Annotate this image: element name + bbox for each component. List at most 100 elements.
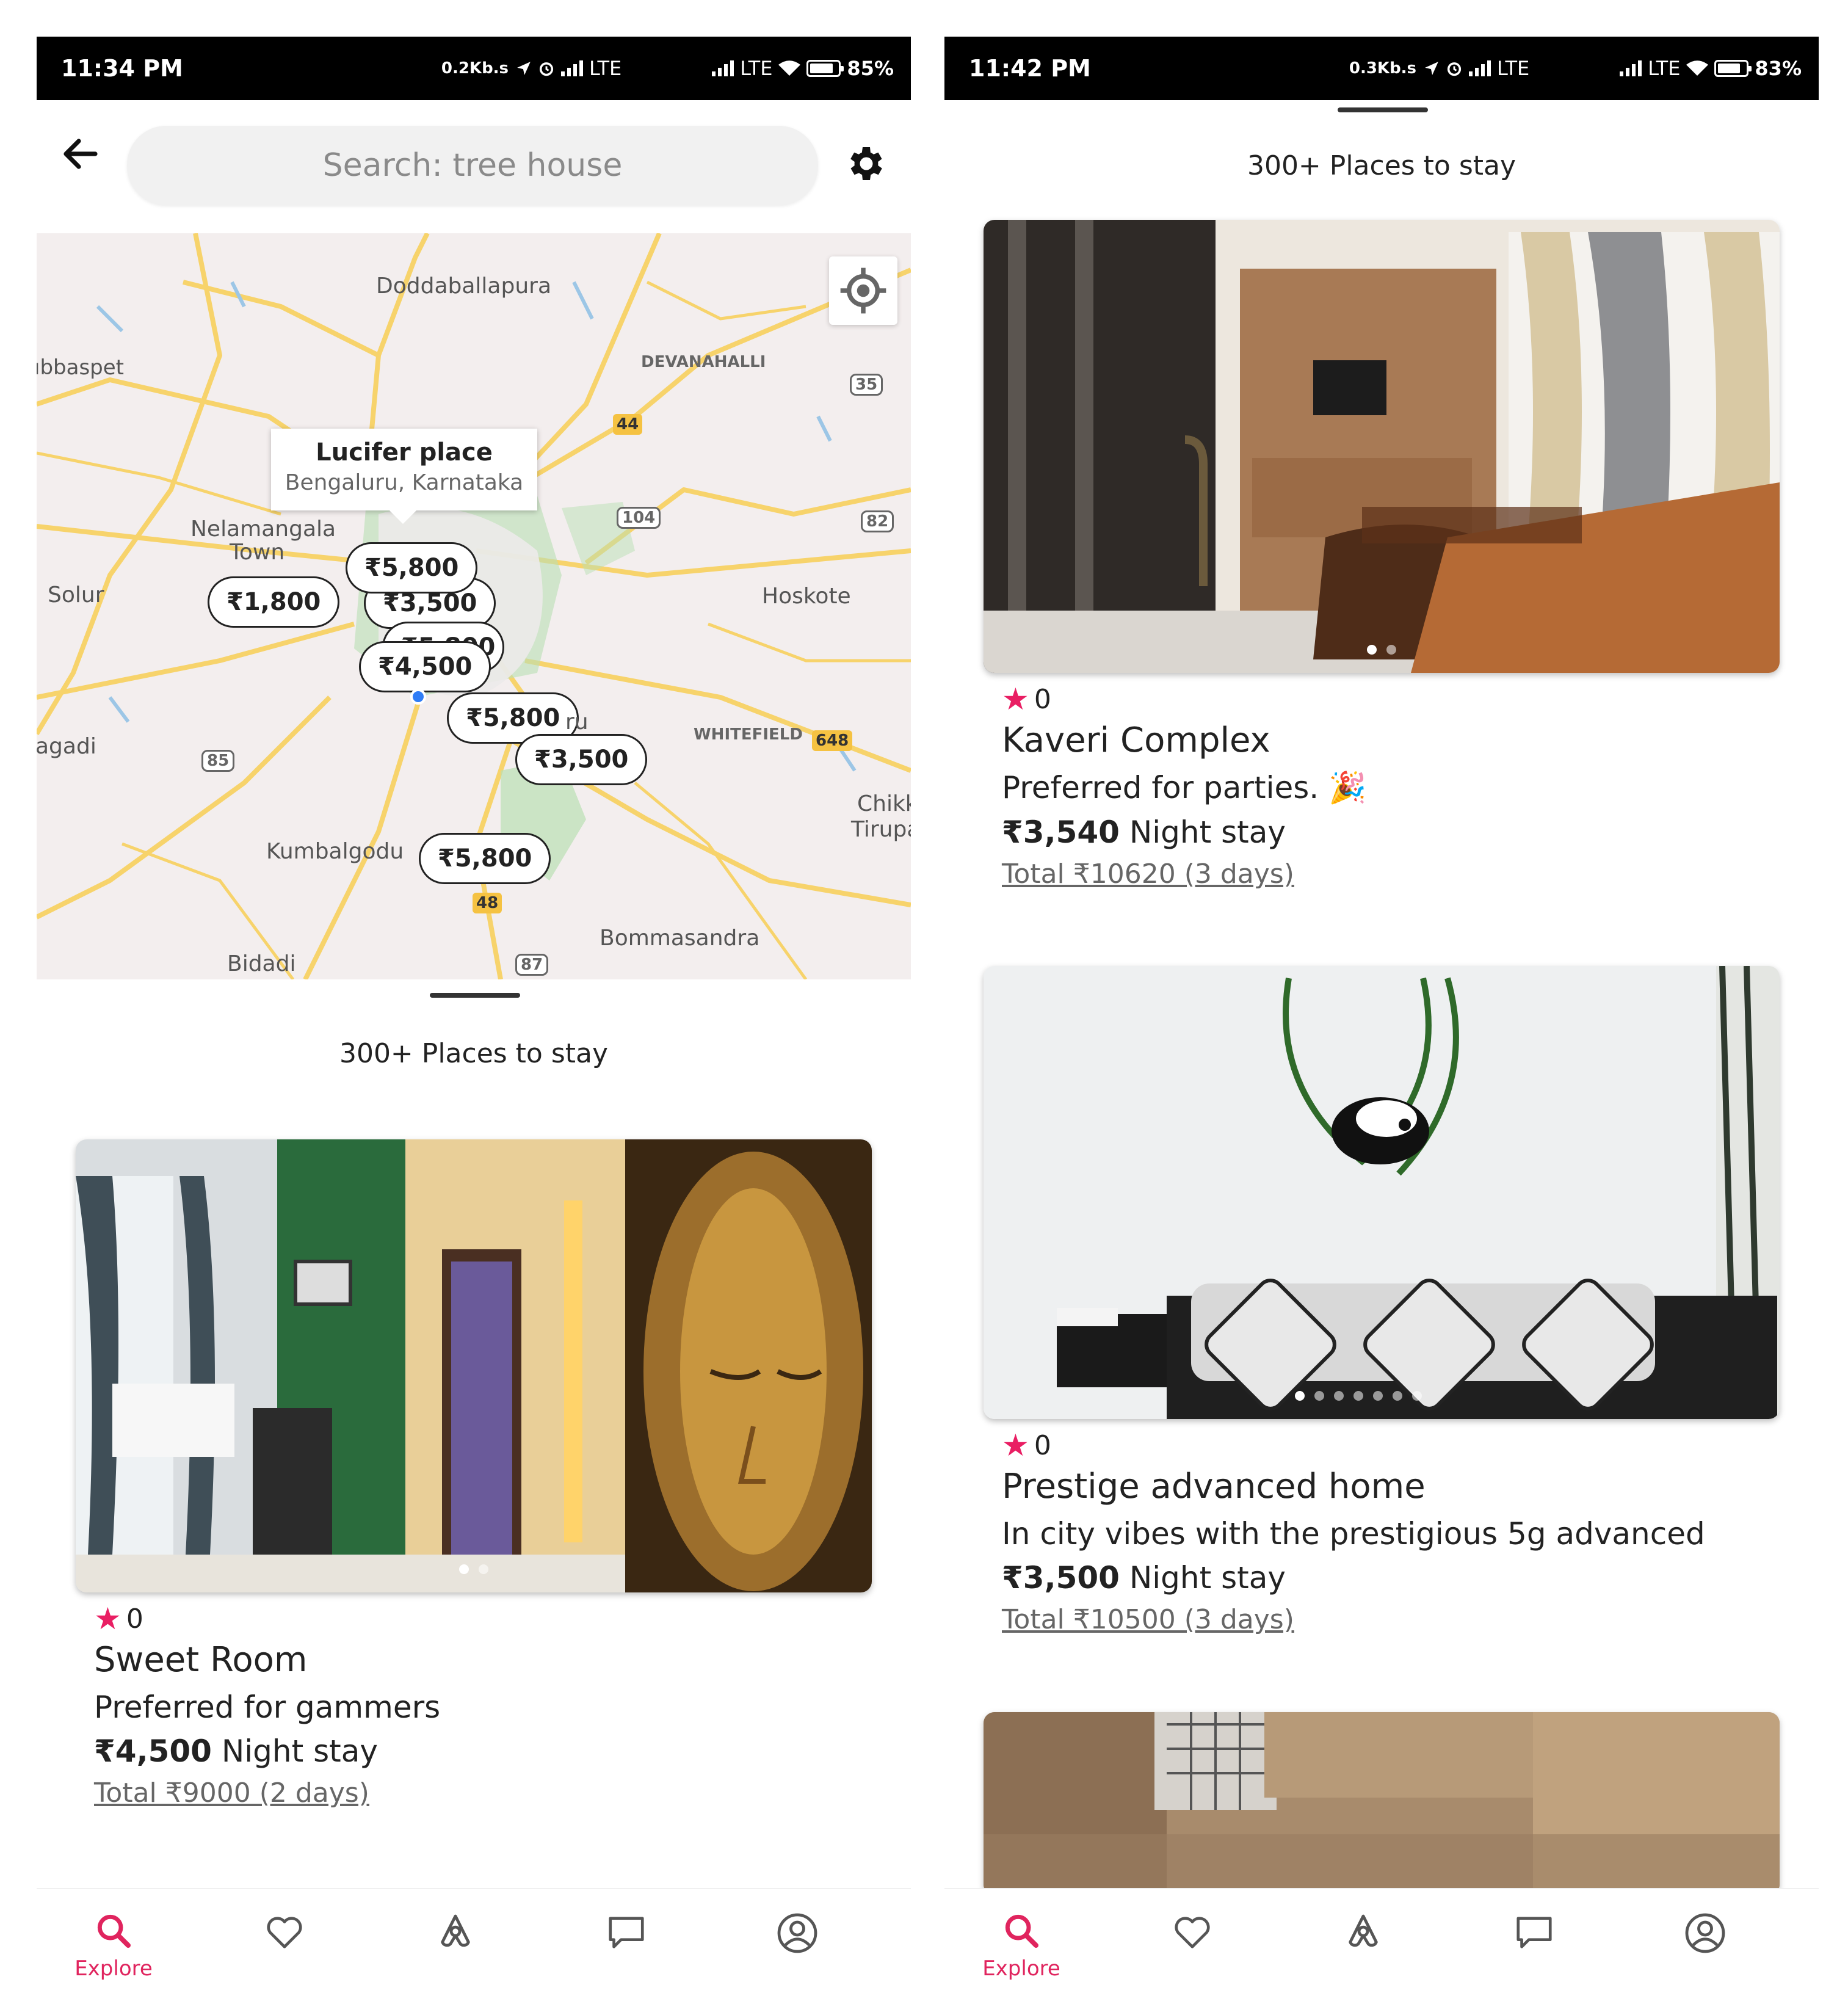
listing-card[interactable]: ★ 0 Prestige advanced home In city vibes …: [984, 966, 1780, 1635]
airbnb-logo-icon: [441, 1914, 470, 1947]
rating: ★ 0: [1002, 1428, 1780, 1463]
listing-card[interactable]: [984, 1712, 1780, 1895]
road-badge: 104: [617, 507, 661, 529]
bottom-nav: Explore: [37, 1888, 911, 1991]
search-input[interactable]: [127, 126, 818, 205]
nav-explore-label: Explore: [982, 1956, 1060, 1981]
listing-description: In city vibes with the prestigious 5g ad…: [1002, 1516, 1705, 1552]
heart-icon: [267, 1917, 302, 1948]
current-location-dot: [410, 689, 426, 705]
price-suffix: Night stay: [211, 1733, 378, 1769]
profile-icon: [777, 1913, 817, 1953]
map-label-devanahalli: DEVANAHALLI: [641, 353, 766, 371]
photo-pager[interactable]: [984, 1391, 1780, 1401]
nav-explore-label: Explore: [74, 1956, 153, 1981]
map-label-doddaballapura: Doddaballapura: [376, 274, 552, 299]
signal-icon: [561, 60, 584, 76]
listing-total-link[interactable]: Total ₹9000 (2 days): [94, 1777, 872, 1809]
price-value: ₹3,500: [1002, 1560, 1120, 1595]
nav-inbox[interactable]: [1485, 1911, 1583, 1991]
nav-explore[interactable]: Explore: [973, 1911, 1070, 1991]
battery-icon: [1714, 60, 1752, 77]
listing-card[interactable]: ★ 0 Kaveri Complex Preferred for parties.…: [984, 220, 1780, 890]
battery-percent: 85%: [847, 57, 894, 80]
road-badge: 35: [850, 374, 883, 396]
listing-title: Prestige advanced home: [1002, 1467, 1426, 1506]
star-icon: ★: [1002, 1428, 1029, 1463]
alarm-icon: [1447, 62, 1462, 76]
map-label-bommasandra: Bommasandra: [600, 926, 760, 951]
star-icon: ★: [94, 1601, 121, 1636]
listing-photo[interactable]: [984, 1712, 1780, 1895]
status-icons: LTE LTE 85%: [516, 57, 894, 80]
map-view[interactable]: Doddaballapura DEVANAHALLI ıbbaspet Nela…: [37, 233, 911, 979]
road-badge: 44: [613, 414, 643, 435]
search-icon: [97, 1914, 131, 1948]
back-arrow-icon[interactable]: [59, 132, 103, 176]
listing-image: [984, 1712, 1780, 1895]
crosshair-icon: [840, 267, 886, 314]
left-screen: 11:34 PM 0.2Kb.s LTE LTE 85% Search: tre…: [37, 37, 911, 1991]
nav-inbox[interactable]: [578, 1911, 675, 1991]
listing-card[interactable]: ★ 0 Sweet Room Preferred for gammers ₹4,5…: [76, 1139, 872, 1809]
location-arrow-icon: [517, 62, 531, 75]
price-pin[interactable]: ₹3,500: [515, 734, 648, 785]
sheet-drag-handle[interactable]: [430, 993, 520, 998]
sheet-drag-handle[interactable]: [1338, 107, 1428, 112]
map-label-town: Town: [230, 540, 285, 565]
price-value: ₹3,540: [1002, 815, 1120, 850]
map-info-window[interactable]: Lucifer place Bengaluru, Karnataka: [271, 429, 537, 524]
heart-icon: [1175, 1917, 1210, 1948]
profile-icon: [1685, 1913, 1725, 1953]
listing-photo[interactable]: [984, 220, 1780, 673]
rating: ★ 0: [94, 1601, 872, 1636]
listing-photo[interactable]: [984, 966, 1780, 1419]
listing-title: Sweet Room: [94, 1640, 308, 1680]
price-pin[interactable]: ₹5,800: [346, 542, 478, 594]
map-label-ru: ru: [565, 710, 589, 735]
price-pin[interactable]: ₹5,800: [419, 833, 551, 884]
status-bar: 11:34 PM 0.2Kb.s LTE LTE 85%: [37, 37, 911, 100]
rating-value: 0: [126, 1603, 143, 1635]
signal-icon-2: [1620, 60, 1642, 76]
price-value: ₹4,500: [94, 1733, 212, 1769]
nav-trips[interactable]: [1314, 1911, 1412, 1991]
my-location-button[interactable]: [829, 256, 897, 325]
map-label-hoskote: Hoskote: [762, 584, 851, 609]
nav-wishlist[interactable]: [236, 1911, 333, 1991]
nav-profile[interactable]: [1656, 1911, 1754, 1991]
price-suffix: Night stay: [1119, 1560, 1286, 1595]
photo-pager[interactable]: [984, 645, 1780, 655]
price-pin[interactable]: ₹1,800: [208, 576, 340, 628]
listing-price: ₹3,500 Night stay: [1002, 1560, 1780, 1595]
lte-label-2: LTE: [1648, 57, 1681, 80]
listing-price: ₹4,500 Night stay: [94, 1733, 872, 1769]
road-badge: 48: [473, 893, 502, 913]
listing-total-link[interactable]: Total ₹10620 (3 days): [1002, 859, 1780, 890]
alarm-icon: [539, 62, 554, 76]
road-badge: 87: [515, 954, 549, 976]
photo-pager[interactable]: [76, 1564, 872, 1574]
lte-label: LTE: [589, 57, 622, 80]
map-label-nelamangala: Nelamangala: [190, 517, 336, 542]
results-heading: 300+ Places to stay: [339, 1038, 609, 1069]
nav-trips[interactable]: [407, 1911, 504, 1991]
nav-profile[interactable]: [748, 1911, 846, 1991]
battery-fill: [810, 64, 833, 73]
results-heading: 300+ Places to stay: [1247, 150, 1516, 181]
listing-photo[interactable]: [76, 1139, 872, 1592]
message-icon: [1516, 1917, 1552, 1948]
rating-value: 0: [1034, 1429, 1051, 1461]
nav-wishlist[interactable]: [1143, 1911, 1241, 1991]
price-pin[interactable]: ₹4,500: [359, 641, 491, 692]
status-icons: LTE LTE 83%: [1424, 57, 1802, 80]
gear-icon[interactable]: [842, 142, 886, 186]
map-label-tirupa: Tirupa: [851, 817, 911, 842]
airbnb-logo-icon: [1349, 1914, 1378, 1947]
nav-explore[interactable]: Explore: [65, 1911, 162, 1991]
listing-total-link[interactable]: Total ₹10500 (3 days): [1002, 1604, 1780, 1635]
battery-fill: [1718, 64, 1740, 73]
star-icon: ★: [1002, 681, 1029, 717]
info-title: Lucifer place: [316, 438, 493, 466]
listing-title: Kaveri Complex: [1002, 721, 1270, 760]
